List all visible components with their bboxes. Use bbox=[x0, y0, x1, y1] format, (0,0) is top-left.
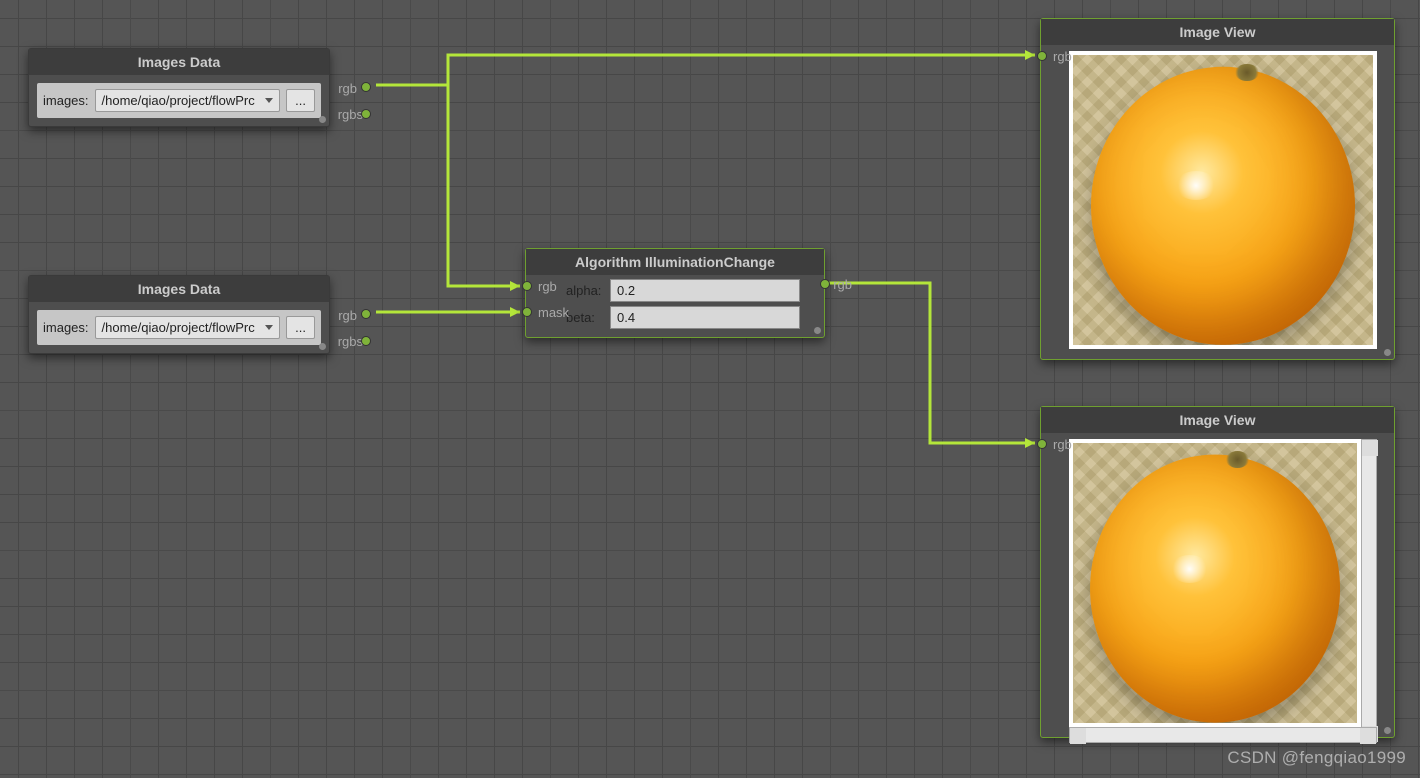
node-images-data-1[interactable]: Images Data images: /home/qiao/project/f… bbox=[28, 48, 330, 127]
port-label-rgbs: rgbs bbox=[338, 107, 363, 122]
watermark: CSDN @fengqiao1999 bbox=[1227, 748, 1406, 768]
port-label-rgb-in: rgb bbox=[538, 279, 557, 294]
port-out-rgb[interactable] bbox=[361, 309, 371, 319]
scroll-up-icon[interactable] bbox=[1362, 440, 1378, 456]
chevron-down-icon bbox=[265, 98, 273, 103]
port-in-rgb[interactable] bbox=[522, 281, 532, 291]
browse-button[interactable]: ... bbox=[286, 316, 315, 339]
port-in-mask[interactable] bbox=[522, 307, 532, 317]
alpha-label: alpha: bbox=[566, 283, 606, 298]
alpha-input[interactable] bbox=[610, 279, 800, 302]
port-label-rgbs: rgbs bbox=[338, 334, 363, 349]
images-path-combo[interactable]: /home/qiao/project/flowPrc bbox=[95, 89, 281, 112]
node-image-view-2[interactable]: Image View rgb bbox=[1040, 406, 1395, 738]
images-label: images: bbox=[43, 320, 89, 335]
node-algorithm-illuminationchange[interactable]: Algorithm IlluminationChange alpha: beta… bbox=[525, 248, 825, 338]
images-path-value: /home/qiao/project/flowPrc bbox=[102, 93, 255, 108]
image-preview-2 bbox=[1073, 443, 1357, 723]
images-label: images: bbox=[43, 93, 89, 108]
port-label-rgb: rgb bbox=[338, 308, 357, 323]
chevron-down-icon bbox=[265, 325, 273, 330]
scrollbar-horizontal[interactable] bbox=[1069, 727, 1377, 743]
scroll-right-icon[interactable] bbox=[1360, 728, 1376, 744]
scroll-left-icon[interactable] bbox=[1070, 728, 1086, 744]
node-title: Image View bbox=[1041, 407, 1394, 433]
resize-handle[interactable] bbox=[319, 116, 326, 123]
node-title: Images Data bbox=[29, 49, 329, 75]
port-out-rgbs[interactable] bbox=[361, 109, 371, 119]
beta-label: beta: bbox=[566, 310, 606, 325]
port-label-mask-in: mask bbox=[538, 305, 569, 320]
images-path-combo[interactable]: /home/qiao/project/flowPrc bbox=[95, 316, 281, 339]
resize-handle[interactable] bbox=[319, 343, 326, 350]
beta-input[interactable] bbox=[610, 306, 800, 329]
port-in-rgb[interactable] bbox=[1037, 439, 1047, 449]
scrollbar-vertical[interactable] bbox=[1361, 439, 1377, 743]
resize-handle[interactable] bbox=[814, 327, 821, 334]
node-title: Images Data bbox=[29, 276, 329, 302]
node-images-data-2[interactable]: Images Data images: /home/qiao/project/f… bbox=[28, 275, 330, 354]
node-title: Image View bbox=[1041, 19, 1394, 45]
port-label-rgb-out: rgb bbox=[833, 277, 852, 292]
node-title: Algorithm IlluminationChange bbox=[526, 249, 824, 275]
node-image-view-1[interactable]: Image View rgb bbox=[1040, 18, 1395, 360]
port-out-rgb[interactable] bbox=[820, 279, 830, 289]
port-label-rgb-in: rgb bbox=[1053, 49, 1072, 64]
browse-button[interactable]: ... bbox=[286, 89, 315, 112]
port-out-rgbs[interactable] bbox=[361, 336, 371, 346]
port-label-rgb: rgb bbox=[338, 81, 357, 96]
resize-handle[interactable] bbox=[1384, 727, 1391, 734]
images-path-value: /home/qiao/project/flowPrc bbox=[102, 320, 255, 335]
port-out-rgb[interactable] bbox=[361, 82, 371, 92]
image-preview-1 bbox=[1073, 55, 1373, 345]
resize-handle[interactable] bbox=[1384, 349, 1391, 356]
port-in-rgb[interactable] bbox=[1037, 51, 1047, 61]
port-label-rgb-in: rgb bbox=[1053, 437, 1072, 452]
